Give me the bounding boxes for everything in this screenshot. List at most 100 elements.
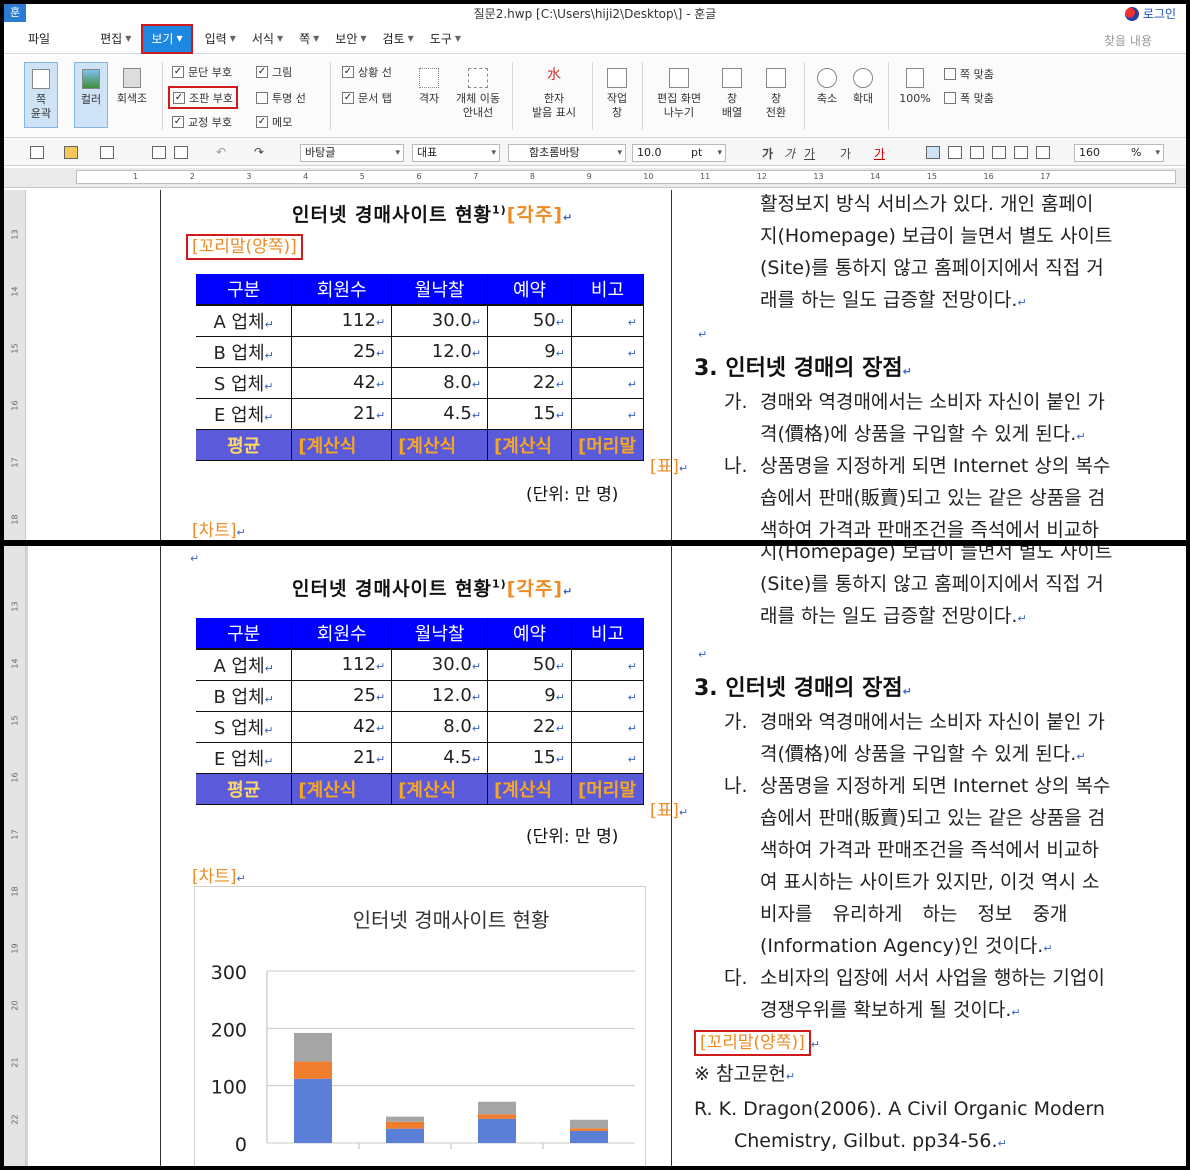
object-move-guide-button[interactable]: 개체 이동 안내선 — [450, 68, 506, 120]
table-cell[interactable]: S 업체↵ — [196, 711, 293, 743]
vertical-ruler[interactable]: 13 14 15 16 17 18 19 20 21 22 — [4, 546, 26, 1166]
table-average-cell[interactable]: [계산식 — [291, 429, 393, 461]
table-cell[interactable]: 21↵ — [291, 398, 393, 430]
table-cell[interactable]: E 업체↵ — [196, 742, 293, 774]
table-header-cell[interactable]: 회원수 — [291, 274, 393, 306]
table-cell[interactable]: 4.5↵ — [391, 398, 489, 430]
table-average-cell[interactable]: [머리말 — [571, 429, 645, 461]
table-average-cell[interactable]: [계산식 — [487, 773, 572, 805]
table-cell[interactable]: 22↵ — [487, 711, 572, 743]
status-line-checkbox[interactable]: ✓ 상황 선 — [342, 64, 392, 80]
table-cell[interactable]: 30.0↵ — [391, 305, 489, 337]
strikethrough-icon[interactable]: 가 — [840, 145, 851, 162]
table-cell[interactable]: B 업체↵ — [196, 680, 293, 712]
table-average-cell[interactable]: [머리말 — [571, 773, 645, 805]
table-cell[interactable]: ↵ — [571, 367, 645, 399]
picture-checkbox[interactable]: ✓ 그림 — [256, 64, 292, 80]
work-window-button[interactable]: 작업 창 — [600, 68, 634, 120]
zoom-100-button[interactable]: 100% — [896, 68, 934, 106]
layout-mark-checkbox[interactable]: ✓ 조판 부호 — [168, 86, 238, 109]
underline-icon[interactable]: 가 — [804, 145, 815, 162]
window-switch-button[interactable]: 창 전환 — [756, 68, 796, 120]
preview-icon[interactable] — [174, 146, 188, 159]
table-average-cell[interactable]: [계산식 — [487, 429, 572, 461]
table-cell[interactable]: B 업체↵ — [196, 336, 293, 368]
table-cell[interactable]: ↵ — [571, 305, 645, 337]
split-screen-button[interactable]: 편집 화면 나누기 — [650, 68, 708, 120]
table-cell[interactable]: 42↵ — [291, 367, 393, 399]
table-cell[interactable]: ↵ — [571, 398, 645, 430]
table-cell[interactable]: ↵ — [571, 649, 645, 681]
style-select[interactable]: 바탕글 — [300, 144, 404, 162]
language-select[interactable]: 대표 — [412, 144, 500, 162]
vertical-ruler[interactable]: 13 14 15 16 17 18 — [4, 190, 26, 540]
table-cell[interactable]: 112↵ — [291, 305, 393, 337]
menu-tools[interactable]: 도구 ▼ — [422, 26, 469, 52]
table-average-cell[interactable]: [계산식 — [391, 773, 489, 805]
data-table[interactable]: 구분 회원수 월낙찰 예약 비고 A 업체↵ 112↵ 30.0↵ 50↵ ↵ B 업체↵ 25↵ 12… — [196, 274, 645, 461]
open-folder-icon[interactable] — [64, 146, 78, 159]
table-header-cell[interactable]: 예약 — [487, 274, 572, 306]
table-cell[interactable]: 9↵ — [487, 680, 572, 712]
table-average-cell[interactable]: [계산식 — [291, 773, 393, 805]
zoom-select[interactable]: 160 % — [1074, 144, 1164, 162]
table-cell[interactable]: 12.0↵ — [391, 336, 489, 368]
table-header-cell[interactable]: 예약 — [487, 618, 572, 650]
table-header-cell[interactable]: 비고 — [571, 618, 645, 650]
table-header-cell[interactable]: 구분 — [196, 274, 293, 306]
menu-review[interactable]: 검토 ▼ — [375, 26, 422, 52]
table-cell[interactable]: 50↵ — [487, 305, 572, 337]
italic-icon[interactable]: 가 — [784, 145, 795, 162]
table-header-cell[interactable]: 월낙찰 — [391, 274, 489, 306]
menu-page[interactable]: 쪽 ▼ — [291, 26, 327, 52]
menu-insert[interactable]: 입력 ▼ — [197, 26, 244, 52]
table-header-cell[interactable]: 월낙찰 — [391, 618, 489, 650]
table-average-cell[interactable]: 평균 — [196, 429, 293, 461]
zoom-out-button[interactable]: 축소 — [810, 68, 844, 106]
page-outline-button[interactable]: 쪽 윤곽 — [24, 62, 58, 128]
align-left-icon[interactable] — [948, 146, 962, 159]
table-average-cell[interactable]: 평균 — [196, 773, 293, 805]
table-cell[interactable]: 50↵ — [487, 649, 572, 681]
table-average-cell[interactable]: [계산식 — [391, 429, 489, 461]
menu-file[interactable]: 파일 — [20, 26, 58, 52]
table-cell[interactable]: 12.0↵ — [391, 680, 489, 712]
table-cell[interactable]: A 업체↵ — [196, 649, 293, 681]
font-color-icon[interactable]: 가 — [874, 145, 885, 162]
redo-icon[interactable]: ↷ — [254, 145, 264, 159]
new-doc-icon[interactable] — [30, 146, 44, 159]
table-cell[interactable]: 9↵ — [487, 336, 572, 368]
doc-tab-checkbox[interactable]: ✓ 문서 탭 — [342, 90, 392, 106]
window-arrange-button[interactable]: 창 배열 — [712, 68, 752, 120]
align-distribute-icon[interactable] — [1014, 146, 1028, 159]
fit-page-button[interactable]: 쪽 맞춤 — [944, 66, 994, 82]
table-cell[interactable]: ↵ — [571, 680, 645, 712]
table-cell[interactable]: 25↵ — [291, 336, 393, 368]
table-cell[interactable]: E 업체↵ — [196, 398, 293, 430]
zoom-in-button[interactable]: 확대 — [846, 68, 880, 106]
table-cell[interactable]: 30.0↵ — [391, 649, 489, 681]
table-cell[interactable]: S 업체↵ — [196, 367, 293, 399]
table-cell[interactable]: 25↵ — [291, 680, 393, 712]
fit-width-button[interactable]: 폭 맞춤 — [944, 90, 994, 106]
document-area[interactable]: 인터넷 경매사이트 현황1)[각주]↵ [꼬리말(양쪽)] 구분 회원수 월낙찰 예약… — [26, 190, 1186, 540]
table-cell[interactable]: 15↵ — [487, 742, 572, 774]
menu-security[interactable]: 보안 ▼ — [327, 26, 374, 52]
horizontal-ruler[interactable]: 1 2 3 4 5 6 7 8 9 10 11 12 13 14 15 16 17 — [4, 168, 1186, 188]
table-cell[interactable]: ↵ — [571, 742, 645, 774]
table-header-cell[interactable]: 회원수 — [291, 618, 393, 650]
table-cell[interactable]: 8.0↵ — [391, 367, 489, 399]
find-input[interactable]: 찾을 내용 — [1104, 32, 1152, 49]
table-cell[interactable]: ↵ — [571, 336, 645, 368]
color-view-button[interactable]: 컬러 — [74, 62, 108, 128]
menu-view[interactable]: 보기 ▼ — [141, 23, 193, 54]
align-justify-icon[interactable] — [926, 146, 940, 159]
table-cell[interactable]: ↵ — [571, 711, 645, 743]
data-table[interactable]: 구분 회원수 월낙찰 예약 비고 A 업체↵ 112↵ 30.0↵ 50↵ ↵ B 업체↵ 25↵ 12… — [196, 618, 645, 805]
hanja-pronunciation-button[interactable]: 水 한자 발음 표시 — [524, 68, 584, 120]
save-icon[interactable] — [100, 146, 114, 159]
undo-icon[interactable]: ↶ — [216, 145, 226, 159]
font-size-input[interactable]: 10.0 pt — [632, 144, 726, 162]
bold-icon[interactable]: 가 — [762, 145, 773, 162]
menu-format[interactable]: 서식 ▼ — [244, 26, 291, 52]
